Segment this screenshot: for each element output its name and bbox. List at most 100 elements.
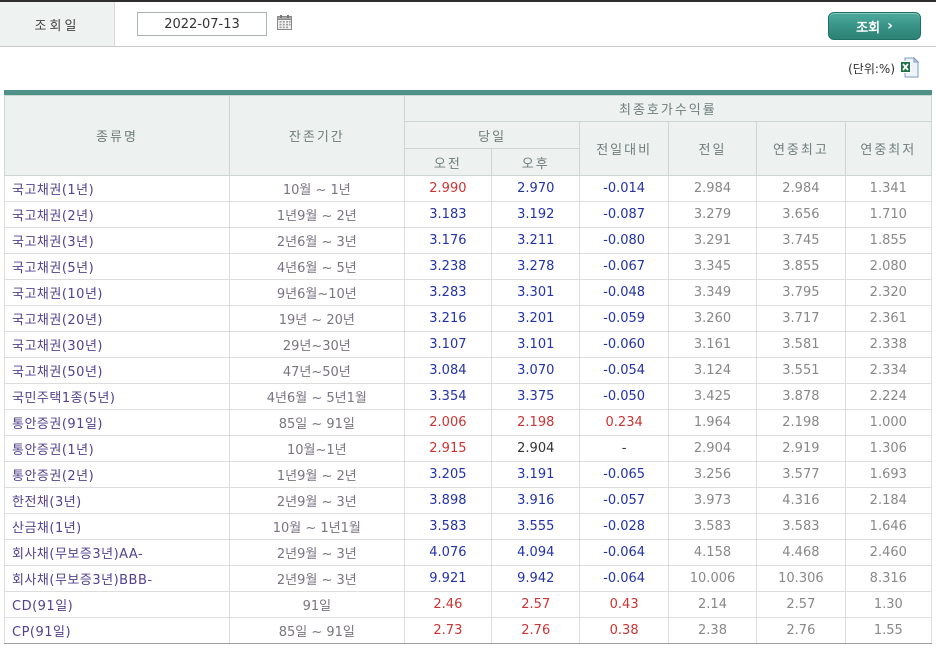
cell-bond-name: 국고채권(5년) — [4, 253, 230, 280]
cell-change: -0.048 — [579, 279, 669, 306]
unit-row: (단위:%) — [0, 47, 936, 90]
col-header-period: 잔존기간 — [228, 95, 405, 176]
search-button-label: 조회 — [856, 20, 881, 36]
cell-pm-yield: 2.970 — [491, 175, 581, 202]
toolbar-main — [115, 2, 936, 46]
cell-year-low: 2.320 — [844, 279, 933, 306]
cell-bond-name: 통안증권(1년) — [4, 435, 230, 462]
cell-change: -0.054 — [579, 357, 669, 384]
cell-year-low: 8.316 — [844, 565, 933, 592]
table-row: 회사채(무보증3년)AA- 2년9월 ~ 3년 4.076 4.094 -0.0… — [4, 539, 933, 566]
cell-pm-yield: 3.375 — [491, 383, 581, 410]
cell-change: -0.014 — [579, 175, 669, 202]
cell-bond-name: 국민주택1종(5년) — [4, 383, 230, 410]
col-header-pm: 오후 — [491, 148, 581, 176]
cell-bond-name: CP(91일) — [4, 617, 230, 644]
cell-remaining-period: 1년9월 ~ 2년 — [228, 461, 405, 488]
cell-remaining-period: 4년6월 ~ 5년1월 — [228, 383, 405, 410]
cell-year-low: 1.693 — [844, 461, 933, 488]
cell-prev: 3.583 — [667, 513, 758, 540]
cell-year-high: 3.577 — [756, 461, 846, 488]
table-row: 국민주택1종(5년) 4년6월 ~ 5년1월 3.354 3.375 -0.05… — [4, 383, 933, 410]
cell-prev: 3.349 — [667, 279, 758, 306]
cell-pm-yield: 2.76 — [491, 617, 581, 644]
cell-pm-yield: 2.57 — [491, 591, 581, 618]
cell-am-yield: 3.216 — [403, 305, 493, 332]
col-header-today-group: 당일 — [403, 121, 581, 149]
date-input[interactable] — [137, 12, 267, 36]
table-row: 통안증권(2년) 1년9월 ~ 2년 3.205 3.191 -0.065 3.… — [4, 461, 933, 488]
search-button[interactable]: 조회 › — [828, 12, 921, 40]
table-row: 국고채권(30년) 29년~30년 3.107 3.101 -0.060 3.1… — [4, 331, 933, 358]
cell-pm-yield: 2.904 — [491, 435, 581, 462]
cell-year-high: 4.316 — [756, 487, 846, 514]
cell-year-low: 2.338 — [844, 331, 933, 358]
date-field-label: 조회일 — [0, 2, 115, 46]
col-header-type: 종류명 — [4, 95, 230, 176]
cell-am-yield: 3.283 — [403, 279, 493, 306]
cell-change: -0.080 — [579, 227, 669, 254]
col-header-year-low: 연중최저 — [844, 121, 933, 176]
cell-pm-yield: 3.278 — [491, 253, 581, 280]
cell-change: -0.028 — [579, 513, 669, 540]
cell-year-high: 2.76 — [756, 617, 846, 644]
cell-remaining-period: 2년9월 ~ 3년 — [228, 487, 405, 514]
cell-year-low: 2.184 — [844, 487, 933, 514]
cell-prev: 3.161 — [667, 331, 758, 358]
excel-download-button[interactable] — [900, 56, 920, 81]
cell-pm-yield: 2.198 — [491, 409, 581, 436]
search-toolbar: 조회일 조회 › — [0, 0, 936, 47]
cell-year-high: 4.468 — [756, 539, 846, 566]
cell-am-yield: 3.583 — [403, 513, 493, 540]
table-row: 통안증권(1년) 10월~1년 2.915 2.904 - 2.904 2.91… — [4, 435, 933, 462]
cell-am-yield: 4.076 — [403, 539, 493, 566]
table-body: 국고채권(1년) 10월 ~ 1년 2.990 2.970 -0.014 2.9… — [4, 175, 933, 644]
cell-change: 0.43 — [579, 591, 669, 618]
table-row: 국고채권(1년) 10월 ~ 1년 2.990 2.970 -0.014 2.9… — [4, 175, 933, 202]
cell-am-yield: 2.990 — [403, 175, 493, 202]
chevron-right-icon: › — [887, 17, 893, 34]
cell-year-high: 3.878 — [756, 383, 846, 410]
cell-prev: 3.345 — [667, 253, 758, 280]
cell-am-yield: 3.176 — [403, 227, 493, 254]
cell-am-yield: 3.354 — [403, 383, 493, 410]
cell-pm-yield: 3.101 — [491, 331, 581, 358]
cell-change: -0.057 — [579, 487, 669, 514]
cell-change: -0.087 — [579, 201, 669, 228]
cell-bond-name: 회사채(무보증3년)BBB- — [4, 565, 230, 592]
excel-file-icon — [900, 56, 920, 81]
cell-remaining-period: 2년6월 ~ 3년 — [228, 227, 405, 254]
cell-year-high: 3.855 — [756, 253, 846, 280]
cell-prev: 3.124 — [667, 357, 758, 384]
cell-am-yield: 2.46 — [403, 591, 493, 618]
cell-prev: 3.425 — [667, 383, 758, 410]
cell-pm-yield: 4.094 — [491, 539, 581, 566]
cell-pm-yield: 3.916 — [491, 487, 581, 514]
cell-year-low: 1.306 — [844, 435, 933, 462]
cell-change: 0.38 — [579, 617, 669, 644]
cell-am-yield: 2.73 — [403, 617, 493, 644]
cell-year-high: 2.57 — [756, 591, 846, 618]
calendar-button[interactable] — [276, 14, 293, 34]
cell-am-yield: 3.238 — [403, 253, 493, 280]
cell-year-low: 1.710 — [844, 201, 933, 228]
cell-bond-name: 통안증권(91일) — [4, 409, 230, 436]
cell-bond-name: CD(91일) — [4, 591, 230, 618]
cell-prev: 2.904 — [667, 435, 758, 462]
cell-prev: 10.006 — [667, 565, 758, 592]
cell-bond-name: 산금채(1년) — [4, 513, 230, 540]
cell-am-yield: 3.898 — [403, 487, 493, 514]
cell-remaining-period: 91일 — [228, 591, 405, 618]
col-header-yield-group: 최종호가수익률 — [403, 95, 933, 122]
cell-year-high: 3.656 — [756, 201, 846, 228]
cell-prev: 4.158 — [667, 539, 758, 566]
cell-change: 0.234 — [579, 409, 669, 436]
cell-remaining-period: 9년6월~10년 — [228, 279, 405, 306]
cell-year-high: 3.583 — [756, 513, 846, 540]
cell-year-low: 2.080 — [844, 253, 933, 280]
col-header-year-high: 연중최고 — [756, 121, 846, 176]
cell-prev: 2.984 — [667, 175, 758, 202]
cell-change: -0.060 — [579, 331, 669, 358]
cell-remaining-period: 19년 ~ 20년 — [228, 305, 405, 332]
cell-year-high: 3.717 — [756, 305, 846, 332]
